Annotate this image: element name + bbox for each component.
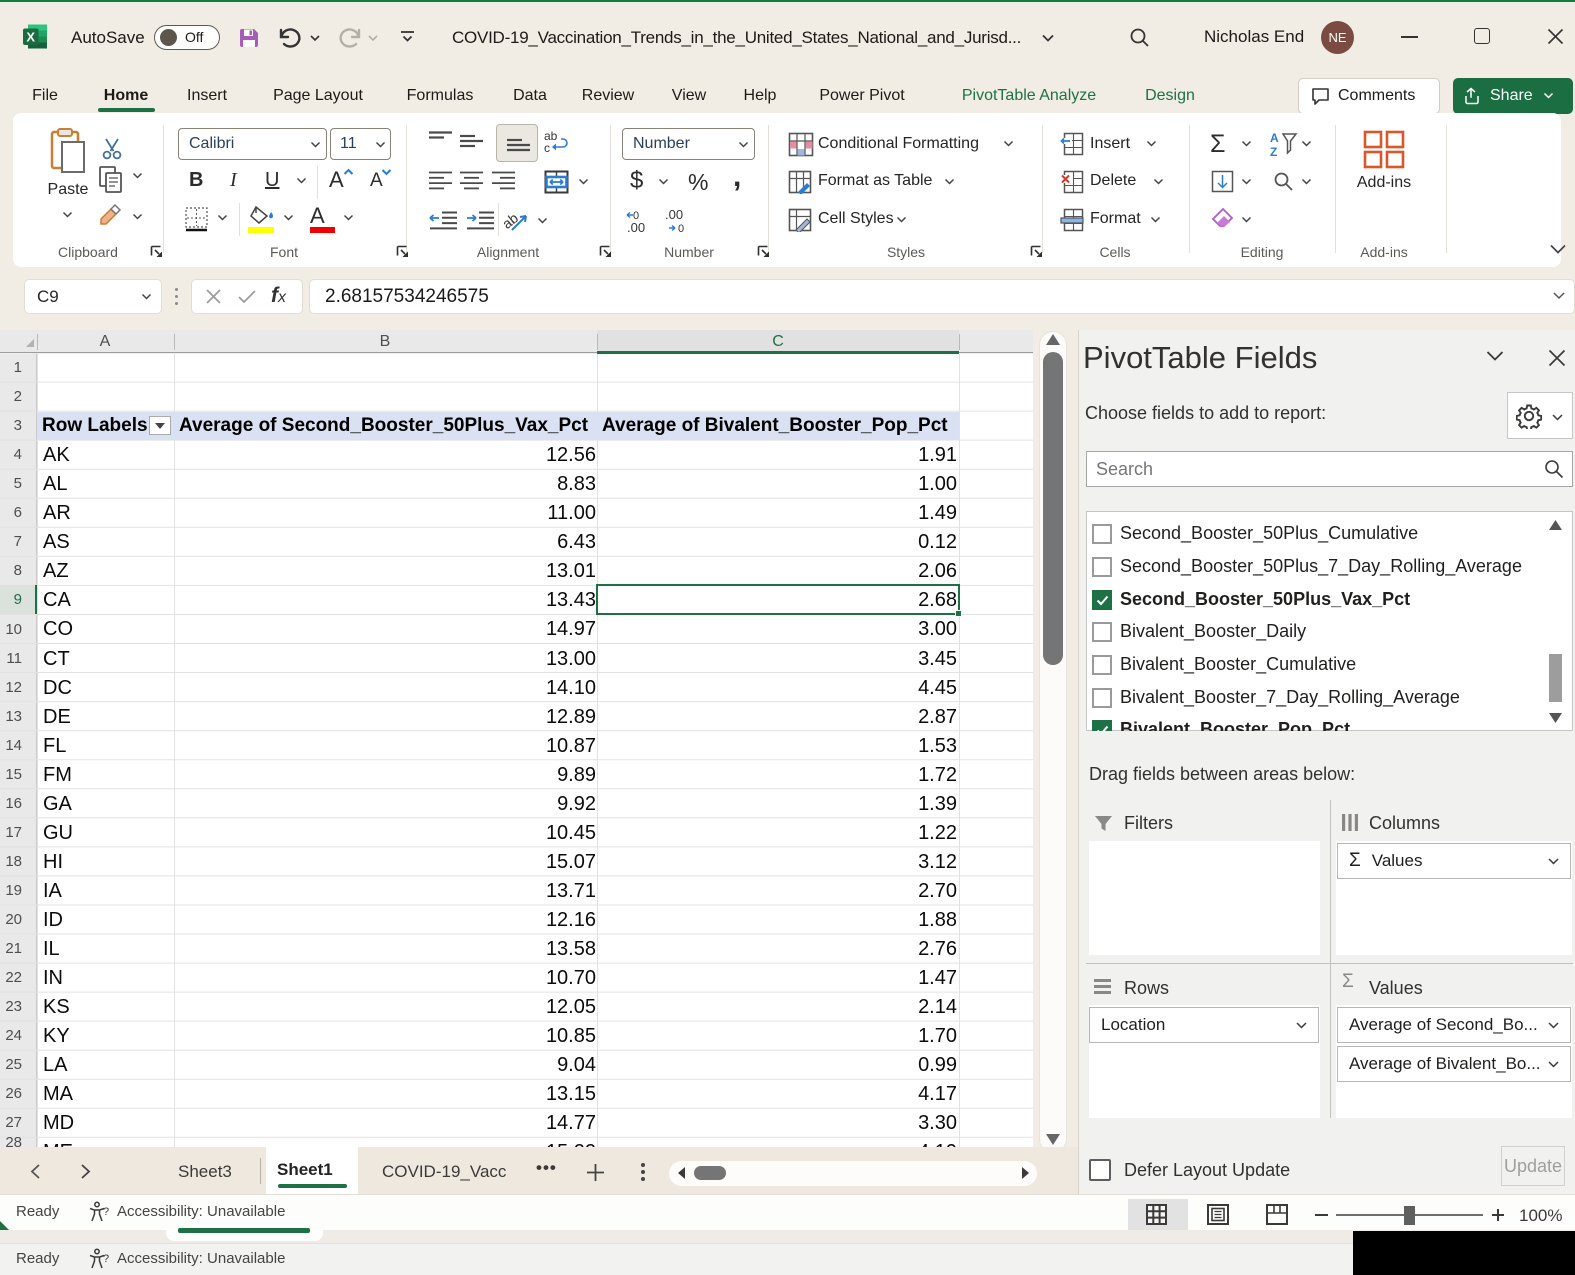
svg-text:.00: .00: [627, 220, 645, 234]
svg-text:0: 0: [633, 210, 639, 222]
svg-text:ab: ab: [502, 209, 521, 231]
svg-text:.00: .00: [665, 209, 683, 222]
svg-text:c: c: [544, 141, 550, 153]
svg-text:?: ?: [103, 1253, 109, 1265]
svg-text:Z: Z: [1270, 145, 1277, 157]
svg-text:X: X: [26, 29, 35, 44]
svg-text:?: ?: [103, 1206, 109, 1218]
svg-text:0: 0: [678, 223, 684, 234]
svg-text:A: A: [1270, 131, 1279, 145]
